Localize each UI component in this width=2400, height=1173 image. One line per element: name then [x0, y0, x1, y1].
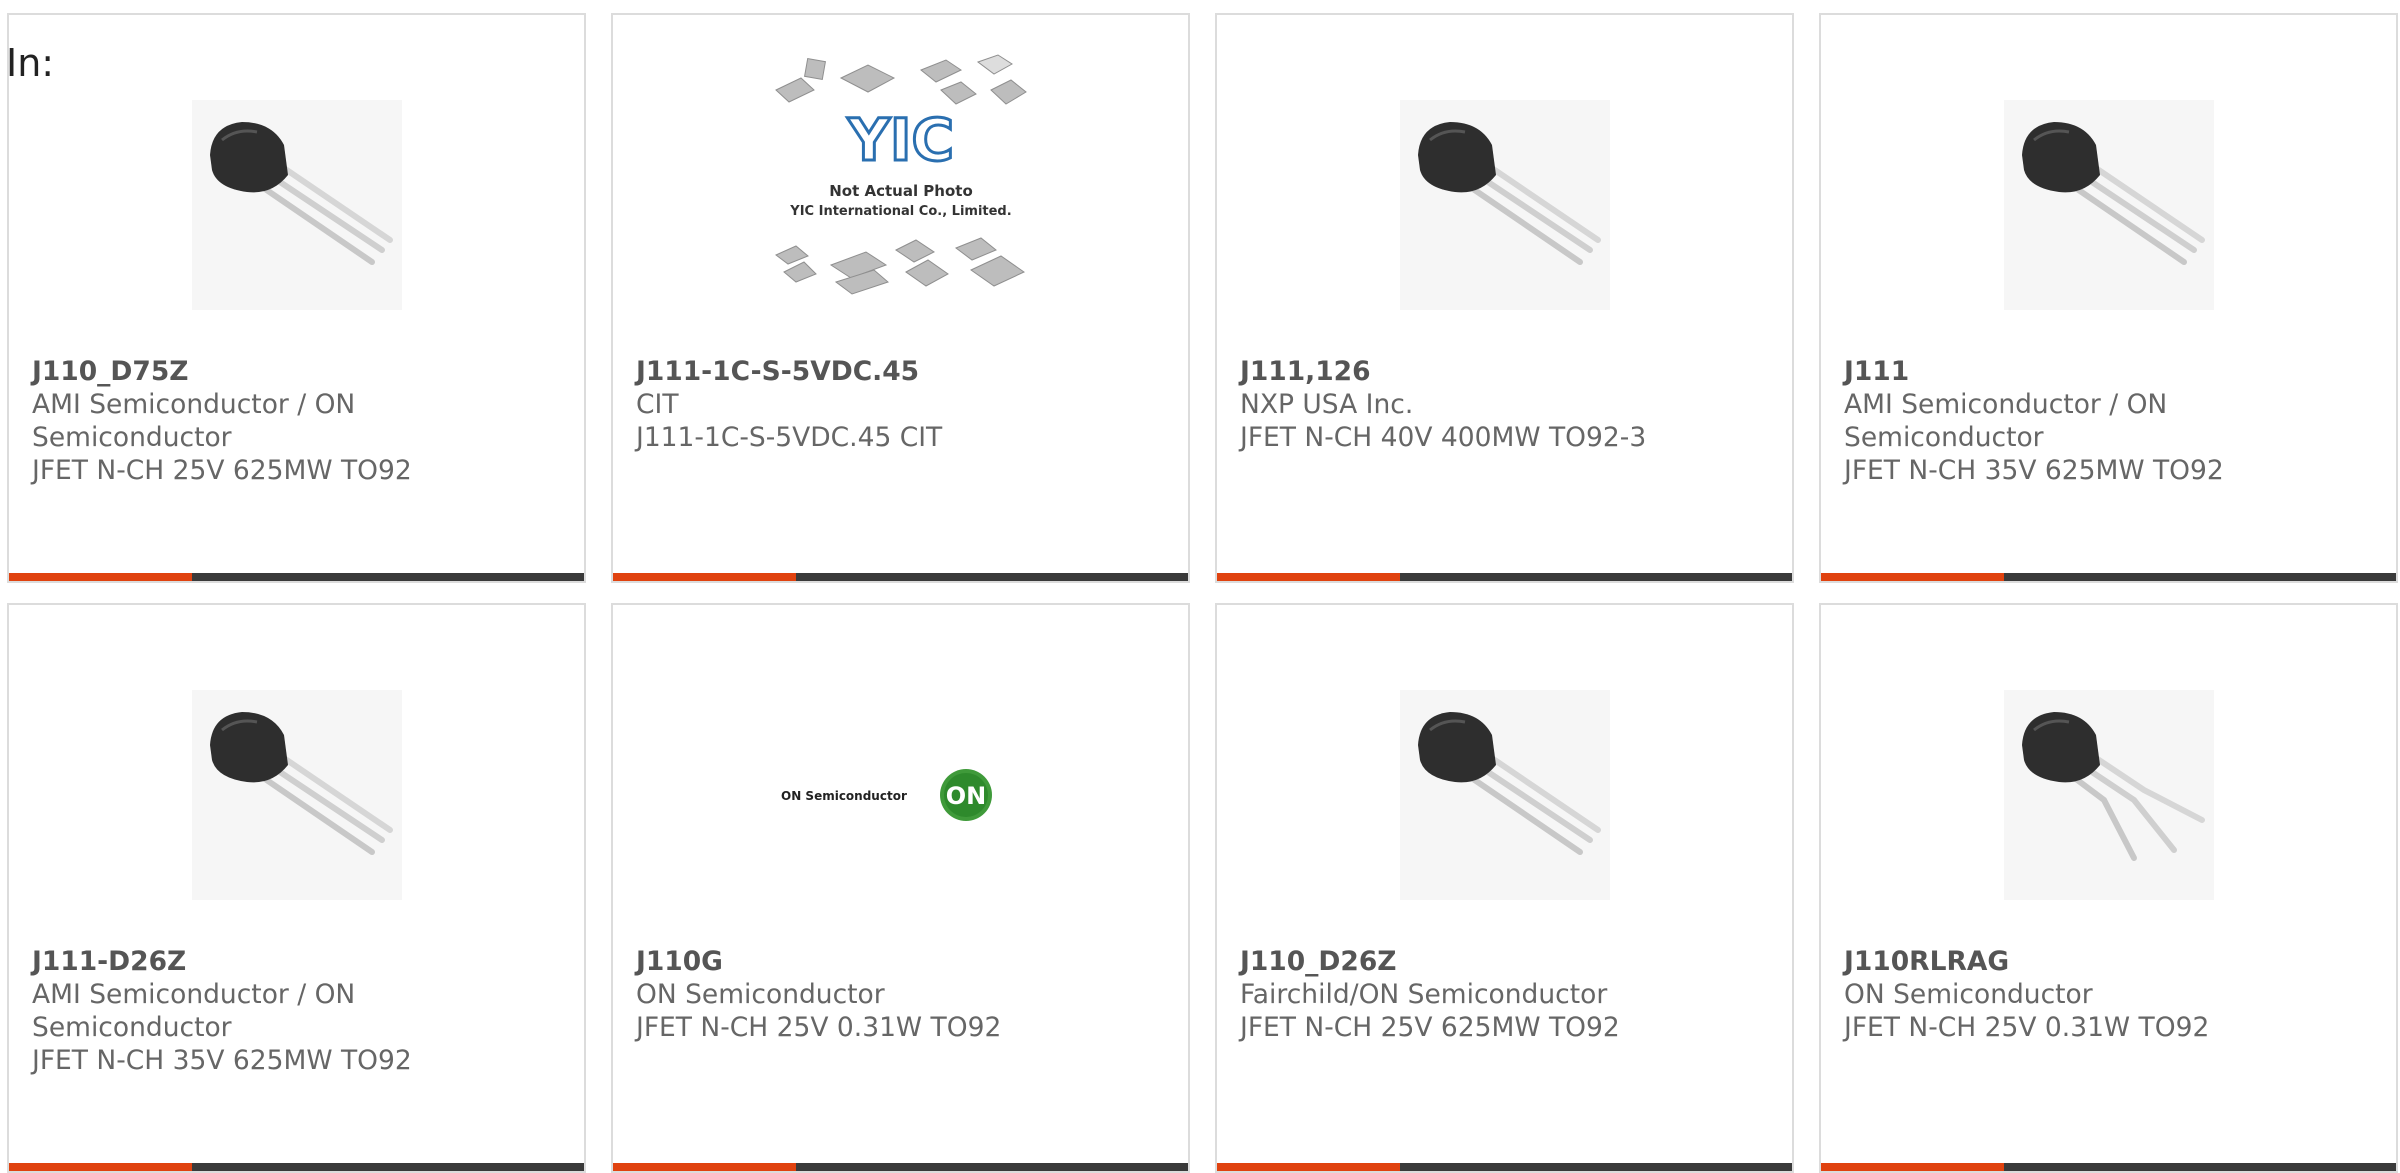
- card-bottom-bar: [1821, 573, 2396, 581]
- manufacturer: Fairchild/ON Semiconductor: [1240, 979, 1608, 1010]
- card-bottom-bar: [9, 573, 584, 581]
- to92-transistor-icon: [191, 100, 402, 310]
- part-number[interactable]: J110_D75Z: [32, 355, 564, 388]
- product-image[interactable]: [9, 65, 584, 345]
- card-accent: [613, 1163, 796, 1171]
- product-description: JFET N-CH 35V 625MW TO92: [1844, 455, 2224, 486]
- product-image[interactable]: [1821, 65, 2396, 345]
- yic-logo: YIC: [846, 106, 953, 174]
- to92-transistor-icon: [1399, 690, 1610, 900]
- part-number[interactable]: J111: [1844, 355, 2376, 388]
- card-accent: [1217, 573, 1400, 581]
- product-image[interactable]: [1217, 655, 1792, 935]
- product-image[interactable]: ON Semiconductor ON: [613, 655, 1188, 935]
- card-accent: [9, 573, 192, 581]
- manufacturer: AMI Semiconductor / ON: [1844, 389, 2168, 420]
- card-bottom-bar: [9, 1163, 584, 1171]
- part-number[interactable]: J110RLRAG: [1844, 945, 2376, 978]
- manufacturer-cont: Semiconductor: [32, 1012, 232, 1043]
- to92-transistor-icon: [1399, 100, 1610, 310]
- product-description: JFET N-CH 35V 625MW TO92: [32, 1045, 412, 1076]
- product-card[interactable]: J111,126 NXP USA Inc. JFET N-CH 40V 400M…: [1215, 13, 1794, 583]
- part-number[interactable]: J111-1C-S-5VDC.45: [636, 355, 1168, 388]
- product-card[interactable]: YIC Not Actual Photo YIC International C…: [611, 13, 1190, 583]
- product-image[interactable]: [1217, 65, 1792, 345]
- on-semi-logo-text: ON Semiconductor: [781, 789, 907, 803]
- product-card[interactable]: J110RLRAG ON Semiconductor JFET N-CH 25V…: [1819, 603, 2398, 1173]
- product-image[interactable]: YIC Not Actual Photo YIC International C…: [613, 54, 1188, 335]
- product-info: J111-1C-S-5VDC.45 CIT J111-1C-S-5VDC.45 …: [636, 355, 1168, 454]
- product-info: J111-D26Z AMI Semiconductor / ON Semicon…: [32, 945, 564, 1077]
- manufacturer-cont: Semiconductor: [1844, 422, 2044, 453]
- card-bottom-bar: [1821, 1163, 2396, 1171]
- product-image[interactable]: [1821, 655, 2396, 935]
- card-accent: [1217, 1163, 1400, 1171]
- product-description: JFET N-CH 25V 625MW TO92: [1240, 1012, 1620, 1043]
- card-bottom-bar: [613, 573, 1188, 581]
- card-accent: [1821, 573, 2004, 581]
- yic-placeholder-icon: YIC Not Actual Photo YIC International C…: [774, 54, 1027, 295]
- card-accent: [9, 1163, 192, 1171]
- placeholder-caption-1: Not Actual Photo: [829, 182, 973, 200]
- product-info: J110_D26Z Fairchild/ON Semiconductor JFE…: [1240, 945, 1772, 1044]
- manufacturer: NXP USA Inc.: [1240, 389, 1414, 420]
- card-bottom-bar: [1217, 573, 1792, 581]
- product-info: J110G ON Semiconductor JFET N-CH 25V 0.3…: [636, 945, 1168, 1044]
- manufacturer-cont: Semiconductor: [32, 422, 232, 453]
- part-number[interactable]: J111-D26Z: [32, 945, 564, 978]
- product-grid: J110_D75Z AMI Semiconductor / ON Semicon…: [7, 13, 2398, 1173]
- product-card[interactable]: ON Semiconductor ON J110G ON Semiconduct…: [611, 603, 1190, 1173]
- product-image[interactable]: [9, 655, 584, 935]
- product-info: J110_D75Z AMI Semiconductor / ON Semicon…: [32, 355, 564, 487]
- manufacturer: ON Semiconductor: [636, 979, 885, 1010]
- product-info: J111 AMI Semiconductor / ON Semiconducto…: [1844, 355, 2376, 487]
- manufacturer: AMI Semiconductor / ON: [32, 979, 356, 1010]
- card-bottom-bar: [1217, 1163, 1792, 1171]
- placeholder-caption-2: YIC International Co., Limited.: [789, 204, 1011, 219]
- part-number[interactable]: J111,126: [1240, 355, 1772, 388]
- product-description: JFET N-CH 25V 0.31W TO92: [1844, 1012, 2210, 1043]
- part-number[interactable]: J110_D26Z: [1240, 945, 1772, 978]
- product-info: J111,126 NXP USA Inc. JFET N-CH 40V 400M…: [1240, 355, 1772, 454]
- card-bottom-bar: [613, 1163, 1188, 1171]
- manufacturer: ON Semiconductor: [1844, 979, 2093, 1010]
- product-card[interactable]: J111 AMI Semiconductor / ON Semiconducto…: [1819, 13, 2398, 583]
- to92-bent-transistor-icon: [2003, 690, 2214, 900]
- in-label: In:: [6, 41, 55, 85]
- card-accent: [613, 573, 796, 581]
- on-badge-text: ON: [945, 782, 986, 810]
- product-description: J111-1C-S-5VDC.45 CIT: [636, 422, 943, 453]
- product-card[interactable]: J110_D75Z AMI Semiconductor / ON Semicon…: [7, 13, 586, 583]
- product-card[interactable]: J111-D26Z AMI Semiconductor / ON Semicon…: [7, 603, 586, 1173]
- part-number[interactable]: J110G: [636, 945, 1168, 978]
- manufacturer: CIT: [636, 389, 679, 420]
- to92-transistor-icon: [2003, 100, 2214, 310]
- on-semi-logo-icon: ON Semiconductor ON: [781, 769, 992, 821]
- product-card[interactable]: J110_D26Z Fairchild/ON Semiconductor JFE…: [1215, 603, 1794, 1173]
- product-description: JFET N-CH 25V 0.31W TO92: [636, 1012, 1002, 1043]
- manufacturer: AMI Semiconductor / ON: [32, 389, 356, 420]
- to92-transistor-icon: [191, 690, 402, 900]
- product-info: J110RLRAG ON Semiconductor JFET N-CH 25V…: [1844, 945, 2376, 1044]
- card-accent: [1821, 1163, 2004, 1171]
- product-description: JFET N-CH 25V 625MW TO92: [32, 455, 412, 486]
- product-description: JFET N-CH 40V 400MW TO92-3: [1240, 422, 1647, 453]
